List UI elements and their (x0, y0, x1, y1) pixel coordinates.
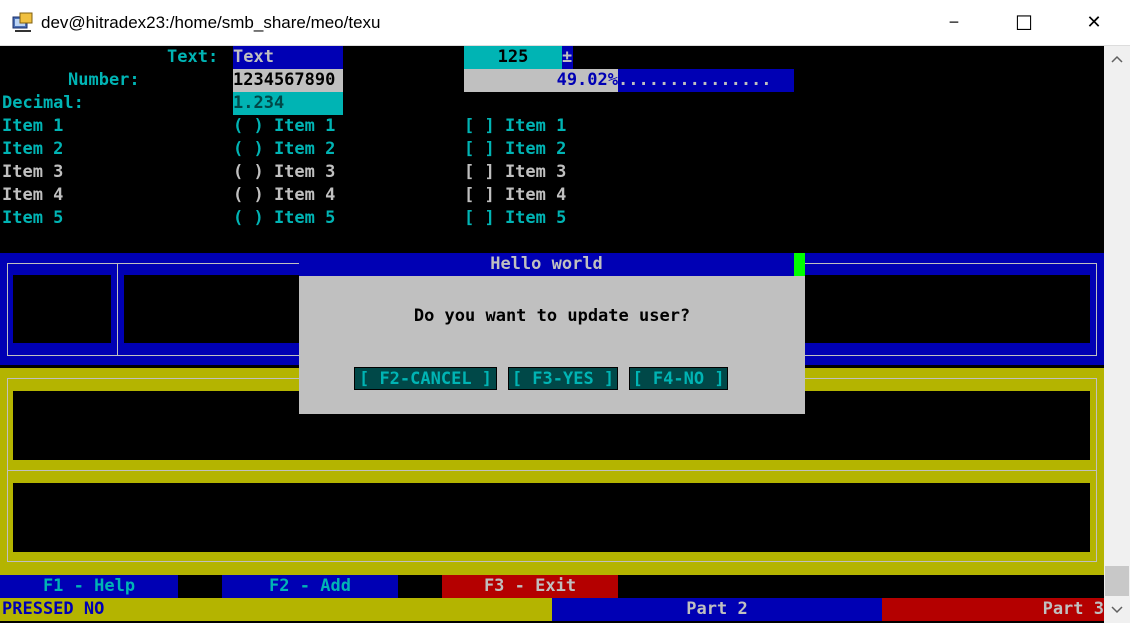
spinner-input[interactable]: 125 (464, 46, 562, 69)
plain-list[interactable]: Item 1 Item 2 Item 3 Item 4 Item 5 (2, 115, 222, 230)
blue-panel-divider (117, 263, 118, 356)
f3-exit-button[interactable]: F3 - Exit (442, 575, 618, 598)
dialog-close-marker[interactable] (794, 253, 805, 276)
cancel-button[interactable]: [ F2-CANCEL ] (354, 367, 497, 390)
yes-button[interactable]: [ F3-YES ] (508, 367, 618, 390)
radio-item[interactable]: ( ) Item 1 (233, 115, 335, 138)
progress-bar: 49.02% ............... (464, 69, 794, 92)
window-titlebar: dev@hitradex23:/home/smb_share/meo/texu … (0, 0, 1130, 46)
minimize-icon: ─ (949, 14, 959, 31)
checkbox-item[interactable]: [ ] Item 2 (464, 138, 566, 161)
status-part-3: Part 3 (882, 598, 1104, 621)
function-key-bar: F1 - Help F2 - Add F3 - Exit (0, 575, 1104, 598)
terminal-app-icon (12, 12, 33, 32)
dialog-title: Hello world (299, 253, 794, 276)
yellow-panel-cell-bottom[interactable] (13, 483, 1090, 552)
number-label: Number: (68, 70, 140, 90)
dialog-message: Do you want to update user? (413, 306, 691, 326)
scroll-down-button[interactable] (1104, 597, 1130, 623)
text-input[interactable]: Text (233, 46, 343, 69)
vertical-scrollbar[interactable] (1104, 46, 1130, 623)
yellow-panel-divider (7, 470, 1097, 471)
f2-add-button[interactable]: F2 - Add (222, 575, 398, 598)
decimal-input[interactable]: 1.234 (233, 92, 343, 115)
list-item[interactable]: Item 5 (2, 207, 63, 230)
maximize-button[interactable]: ☐ (989, 0, 1059, 45)
scroll-up-button[interactable] (1104, 46, 1130, 72)
radio-item[interactable]: ( ) Item 5 (233, 207, 335, 230)
progress-percent: 49.02% (556, 70, 618, 90)
list-item[interactable]: Item 1 (2, 115, 63, 138)
chevron-down-icon (1111, 606, 1123, 614)
checkbox-item[interactable]: [ ] Item 5 (464, 207, 566, 230)
spinner-arrows-icon[interactable]: ± (562, 46, 573, 69)
status-part-2: Part 2 (552, 598, 882, 621)
radio-group[interactable]: ( ) Item 1 ( ) Item 2 ( ) Item 3 ( ) Ite… (233, 115, 453, 230)
scroll-thumb[interactable] (1105, 566, 1129, 596)
minimize-button[interactable]: ─ (919, 0, 989, 45)
radio-item[interactable]: ( ) Item 3 (233, 161, 335, 184)
blue-panel-cell-left[interactable] (13, 275, 111, 343)
decimal-label: Decimal: (2, 93, 84, 113)
number-input[interactable]: 1234567890 (233, 69, 343, 92)
checkbox-item[interactable]: [ ] Item 4 (464, 184, 566, 207)
list-item[interactable]: Item 2 (2, 138, 63, 161)
no-button[interactable]: [ F4-NO ] (629, 367, 728, 390)
chevron-up-icon (1111, 55, 1123, 63)
maximize-icon: ☐ (1015, 10, 1033, 35)
close-icon: ✕ (1086, 12, 1102, 33)
radio-item[interactable]: ( ) Item 4 (233, 184, 335, 207)
checkbox-group[interactable]: [ ] Item 1 [ ] Item 2 [ ] Item 3 [ ] Ite… (464, 115, 684, 230)
confirm-dialog: Hello world Do you want to update user? … (299, 253, 805, 414)
text-label: Text: (167, 47, 219, 67)
checkbox-item[interactable]: [ ] Item 1 (464, 115, 566, 138)
window-title: dev@hitradex23:/home/smb_share/meo/texu (41, 13, 381, 32)
terminal-screen: Text: Text 125 ± Number: 1234567890 49.0… (0, 46, 1104, 623)
f1-help-button[interactable]: F1 - Help (0, 575, 178, 598)
checkbox-item[interactable]: [ ] Item 3 (464, 161, 566, 184)
radio-item[interactable]: ( ) Item 2 (233, 138, 335, 161)
status-bar: PRESSED NO Part 2 Part 3 (0, 598, 1104, 621)
close-button[interactable]: ✕ (1059, 0, 1129, 45)
list-item[interactable]: Item 3 (2, 161, 63, 184)
status-message: PRESSED NO (0, 598, 552, 621)
progress-dots: ............... (618, 70, 772, 90)
list-item[interactable]: Item 4 (2, 184, 63, 207)
